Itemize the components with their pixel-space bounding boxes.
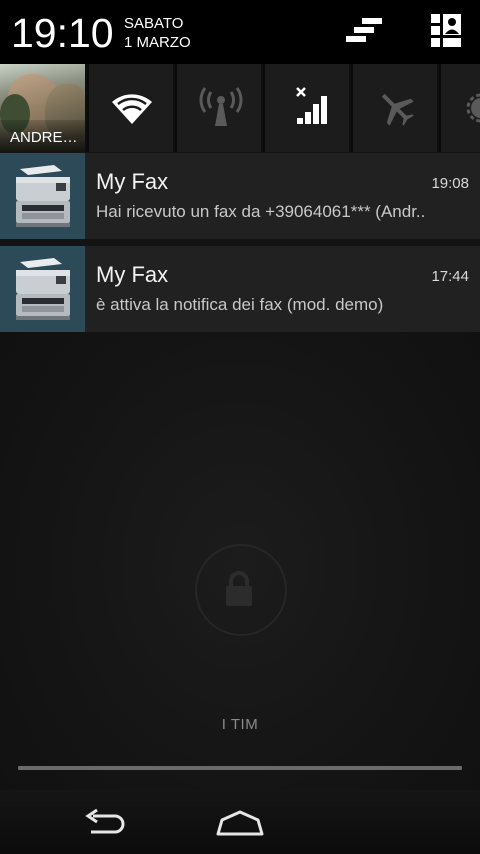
wifi-tile[interactable] xyxy=(87,64,173,152)
app-icon-background xyxy=(0,153,85,239)
carrier-label: I TIM xyxy=(221,716,259,733)
day-label: SABATO xyxy=(124,15,184,32)
notification-text: Hai ricevuto un fax da +39064061*** (And… xyxy=(96,202,426,221)
wifi-icon xyxy=(112,94,152,124)
home-icon[interactable] xyxy=(208,806,272,842)
notification-time: 19:08 xyxy=(431,175,469,192)
brightness-tile[interactable] xyxy=(439,64,480,152)
notification-title: My Fax xyxy=(96,169,169,194)
date-label: 1 MARZO xyxy=(124,34,191,51)
app-icon-background xyxy=(0,246,85,332)
brightness-icon xyxy=(466,93,480,123)
shade-header: 19:10 SABATO 1 MARZO xyxy=(0,0,480,64)
clock[interactable]: 19:10 xyxy=(11,11,114,55)
airplane-icon xyxy=(381,93,414,126)
clear-notifications-icon[interactable] xyxy=(340,10,388,54)
signal-tile[interactable] xyxy=(263,64,349,152)
notification-item[interactable]: My Fax 17:44 è attiva la notifica dei fa… xyxy=(0,246,480,332)
back-icon[interactable] xyxy=(75,806,139,842)
fax-machine-icon xyxy=(16,258,70,320)
notification-item[interactable]: My Fax 19:08 Hai ricevuto un fax da +390… xyxy=(0,153,480,239)
shade-drag-handle[interactable] xyxy=(18,766,462,770)
notification-text: è attiva la notifica dei fax (mod. demo) xyxy=(96,295,384,314)
notification-title: My Fax xyxy=(96,262,169,287)
user-tile[interactable]: ANDRE… xyxy=(0,64,85,152)
navigation-bar xyxy=(0,790,480,854)
antenna-icon xyxy=(199,87,243,126)
fax-machine-icon xyxy=(16,165,70,227)
quick-settings-row: ANDRE… xyxy=(0,64,480,152)
user-name-label: ANDRE… xyxy=(0,120,85,152)
mobile-data-tile[interactable] xyxy=(175,64,261,152)
quick-settings-toggle-icon[interactable] xyxy=(421,10,469,54)
lock-icon xyxy=(226,571,252,606)
airplane-mode-tile[interactable] xyxy=(351,64,437,152)
date-display: SABATO 1 MARZO xyxy=(124,14,191,52)
notification-shade: I TIM 19:10 SABATO 1 MARZO ANDRE… My Fax… xyxy=(0,0,480,854)
signal-icon xyxy=(296,87,327,124)
notification-time: 17:44 xyxy=(431,268,469,285)
